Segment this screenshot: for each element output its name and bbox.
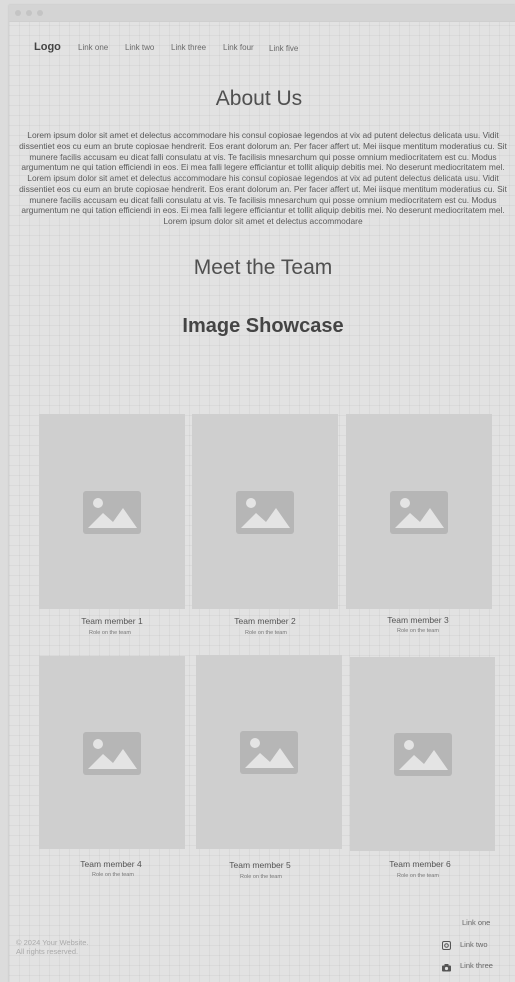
- nav-link-five[interactable]: Link five: [269, 44, 298, 53]
- team-member-4-image[interactable]: [39, 656, 185, 849]
- team-member-3-role: Role on the team: [397, 628, 439, 634]
- team-member-3-image[interactable]: [346, 414, 492, 609]
- team-member-6-role: Role on the team: [397, 873, 439, 879]
- footer-link-two[interactable]: Link two: [460, 940, 488, 949]
- team-member-3-name: Team member 3: [387, 615, 449, 625]
- team-member-6-name: Team member 6: [389, 859, 451, 869]
- showcase-heading: Image Showcase: [182, 315, 344, 337]
- image-placeholder-icon: [83, 731, 141, 775]
- team-member-2-name: Team member 2: [234, 616, 296, 626]
- browser-window: Logo Link one Link two Link three Link f…: [9, 5, 515, 982]
- team-member-1-role: Role on the team: [89, 630, 131, 636]
- team-member-2-role: Role on the team: [245, 630, 287, 636]
- footer-copyright: © 2024 Your Website. All rights reserved…: [16, 938, 89, 956]
- window-titlebar: [9, 5, 515, 22]
- rights-text: All rights reserved.: [16, 947, 79, 956]
- about-paragraph: Lorem ipsum dolor sit amet et delectus a…: [19, 130, 507, 226]
- nav-link-two[interactable]: Link two: [125, 43, 154, 52]
- image-placeholder-icon: [83, 490, 141, 534]
- team-member-6-image[interactable]: [350, 657, 495, 851]
- window-dot-maximize[interactable]: [37, 10, 43, 16]
- team-heading: Meet the Team: [193, 256, 333, 279]
- image-placeholder-icon: [236, 490, 294, 534]
- image-placeholder-icon: [390, 490, 448, 534]
- team-member-1-image[interactable]: [39, 414, 185, 609]
- team-member-5-role: Role on the team: [240, 874, 282, 880]
- nav-link-one[interactable]: Link one: [78, 43, 108, 52]
- team-member-4-role: Role on the team: [92, 872, 134, 878]
- team-member-5-name: Team member 5: [229, 860, 291, 870]
- instagram-icon[interactable]: [442, 937, 451, 950]
- nav-link-four[interactable]: Link four: [223, 43, 254, 52]
- window-dot-close[interactable]: [15, 10, 21, 16]
- team-member-4-name: Team member 4: [80, 859, 142, 869]
- footer-link-three[interactable]: Link three: [460, 961, 493, 970]
- about-heading: About Us: [215, 87, 303, 110]
- image-placeholder-icon: [240, 731, 298, 774]
- image-placeholder-icon: [393, 733, 452, 776]
- logo[interactable]: Logo: [34, 41, 61, 53]
- copyright-text: © 2024 Your Website.: [16, 938, 89, 947]
- team-member-2-image[interactable]: [192, 414, 338, 609]
- team-member-1-name: Team member 1: [81, 616, 143, 626]
- camera-icon[interactable]: [442, 959, 451, 972]
- footer-link-one[interactable]: Link one: [462, 918, 490, 927]
- nav-link-three[interactable]: Link three: [171, 43, 206, 52]
- team-member-5-image[interactable]: [196, 655, 342, 849]
- window-dot-minimize[interactable]: [26, 10, 32, 16]
